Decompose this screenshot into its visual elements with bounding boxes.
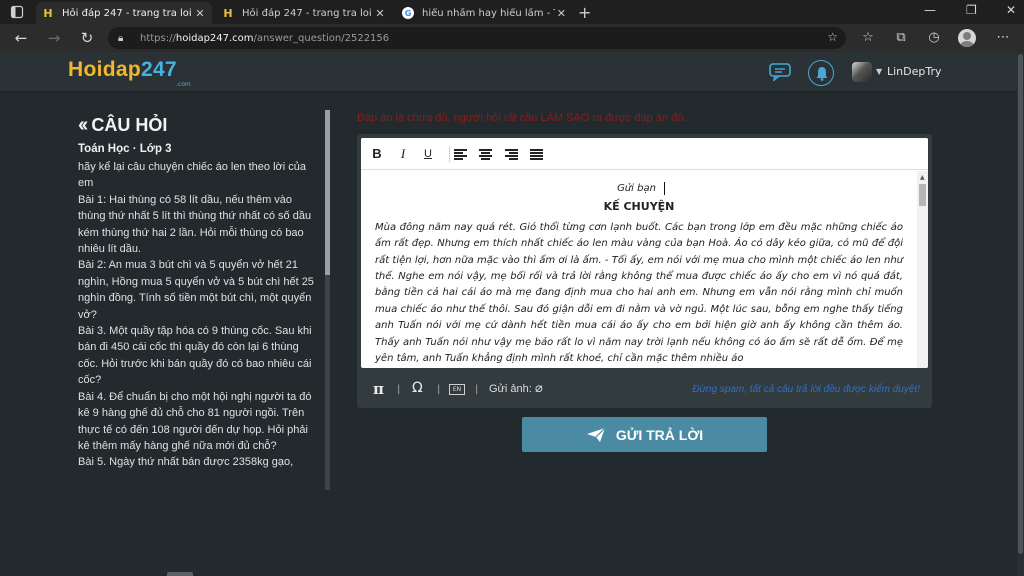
question-paragraph: Bài 3. Một quầy tập hóa có 9 thùng cốc. … — [78, 325, 312, 387]
toolbar-divider — [449, 146, 450, 162]
paperclip-icon[interactable]: ⌀ — [535, 381, 543, 396]
browser-tab-3[interactable]: G hiểu nhầm hay hiểu lầm - Tìm tr ✕ — [396, 2, 572, 24]
minimize-icon[interactable]: — — [924, 3, 936, 17]
favorites-icon[interactable]: ☆ — [859, 29, 877, 47]
answer-textarea[interactable]: Gửi bạn KẾ CHUYỆN Mùa đông năm nay quá r… — [361, 171, 917, 367]
new-tab-icon[interactable]: + — [578, 3, 591, 22]
question-paragraph: Bài 4. Để chuẩn bị cho một hội nghị ngườ… — [78, 390, 312, 452]
story-title: KẾ CHUYỆN — [603, 200, 675, 214]
paper-plane-icon — [586, 427, 606, 442]
question-body: hãy kể lại câu chuyện chiếc áo len theo … — [78, 159, 320, 471]
restore-icon[interactable]: ❐ — [966, 3, 977, 17]
align-left-icon[interactable] — [454, 149, 467, 160]
logo-part-1: Hoidap — [68, 58, 141, 81]
username[interactable]: LinDepTry — [887, 65, 942, 78]
editor-scrollbar-thumb[interactable] — [919, 184, 926, 206]
browser-toolbar: ← → ↻ 🔒︎ https://hoidap247.com/answer_qu… — [0, 24, 1024, 52]
footer-divider: | — [437, 384, 441, 395]
tab-close-icon[interactable]: ✕ — [372, 7, 388, 20]
scroll-up-icon[interactable]: ▲ — [920, 174, 925, 181]
math-formula-icon[interactable]: π — [373, 380, 384, 398]
tab-title: hiểu nhầm hay hiểu lầm - Tìm tr — [422, 7, 555, 19]
story-text: Mùa đông năm nay quá rét. Gió thổi từng … — [375, 221, 903, 365]
site-header: Hoidap247 .com ▼ LinDepTry — [0, 52, 1024, 92]
text-caret — [663, 181, 665, 195]
question-paragraph: Bài 2: An mua 3 bút chì và 5 quyển vở hế… — [78, 259, 314, 321]
tab-title: Hỏi đáp 247 - trang tra loi — [62, 7, 192, 19]
collections-icon[interactable]: ⧉ — [892, 29, 910, 47]
url-scheme: https:// — [140, 32, 176, 44]
editor-frame: B I U Gửi bạn KẾ CHUYỆN Mùa đông năm nay… — [361, 138, 928, 368]
chat-icon[interactable] — [769, 63, 791, 83]
keyboard-lang-icon[interactable]: EN — [449, 384, 465, 395]
browser-tab-strip: H Hỏi đáp 247 - trang tra loi ✕ H Hỏi đá… — [0, 0, 1024, 24]
question-paragraph: Bài 1: Hai thùng có 58 lít dầu, nếu thêm… — [78, 193, 312, 256]
question-subject: Toán Học · Lớp 3 — [78, 143, 172, 155]
footer-divider: | — [475, 384, 479, 395]
browser-tab-2[interactable]: H Hỏi đáp 247 - trang tra loi ✕ — [216, 2, 392, 24]
page-scrollbar-thumb[interactable] — [1018, 54, 1023, 554]
question-paragraph: hãy kể lại câu chuyện chiếc áo len theo … — [78, 161, 306, 190]
editor-footer: π | Ω | EN | Gửi ảnh: ⌀ Đừng spam, tất c… — [357, 372, 932, 406]
more-menu-icon[interactable]: ⋯ — [994, 29, 1012, 47]
page-scrollbar[interactable] — [1017, 52, 1024, 576]
back-icon[interactable]: ← — [12, 29, 30, 47]
close-window-icon[interactable]: ✕ — [1006, 3, 1016, 17]
lock-icon: 🔒︎ — [118, 32, 124, 44]
answer-warning: Đáp án là chưa đủ, người hỏi rất cần LÀM… — [357, 112, 687, 124]
question-paragraph: Bài 5. Ngày thứ nhất bán được 2358kg gạo… — [78, 456, 294, 469]
tab-close-icon[interactable]: ✕ — [192, 7, 208, 20]
submit-answer-label: GỬI TRẢ LỜI — [615, 426, 704, 443]
editor-toolbar: B I U — [361, 138, 928, 170]
tab-close-icon[interactable]: ✕ — [555, 7, 568, 20]
logo-suffix: .com — [176, 81, 191, 88]
question-scrollbar-thumb[interactable] — [325, 110, 330, 275]
moderation-note: Đừng spam, tất cả câu trả lời đều được k… — [692, 384, 920, 395]
special-chars-icon[interactable]: Ω — [412, 380, 423, 396]
underline-icon[interactable]: U — [419, 145, 437, 163]
hoidap-favicon-icon: H — [43, 6, 53, 20]
site-logo[interactable]: Hoidap247 — [68, 58, 177, 82]
answer-greeting-line: Gửi bạn — [375, 181, 903, 197]
user-avatar[interactable] — [852, 62, 872, 82]
google-favicon-icon: G — [402, 7, 414, 19]
notification-bell-icon[interactable] — [808, 60, 834, 86]
upload-image-label[interactable]: Gửi ảnh: — [489, 383, 532, 395]
italic-icon[interactable]: I — [394, 145, 412, 163]
tab-actions-icon[interactable] — [10, 5, 24, 19]
hoidap-favicon-icon: H — [223, 6, 233, 20]
address-bar[interactable]: 🔒︎ https://hoidap247.com/answer_question… — [108, 27, 846, 49]
footer-divider: | — [397, 384, 401, 395]
url-path: /answer_question/2522156 — [253, 32, 390, 44]
reload-icon[interactable]: ↻ — [78, 29, 96, 47]
bold-icon[interactable]: B — [368, 145, 386, 163]
answer-greeting: Gửi bạn — [617, 183, 656, 194]
submit-answer-button[interactable]: GỬI TRẢ LỜI — [522, 417, 767, 452]
history-icon[interactable]: ◷ — [925, 29, 943, 47]
bottom-handle — [167, 572, 193, 576]
question-heading: ‹‹ CÂU HỎI — [78, 114, 167, 137]
align-right-icon[interactable] — [505, 149, 518, 160]
browser-tab-1[interactable]: H Hỏi đáp 247 - trang tra loi ✕ — [36, 2, 212, 24]
question-heading-text: CÂU HỎI — [91, 115, 168, 135]
question-panel: ‹‹ CÂU HỎI Toán Học · Lớp 3 hãy kể lại c… — [78, 108, 322, 490]
editor-scrollbar[interactable]: ▲ — [917, 171, 928, 368]
question-scrollbar[interactable] — [325, 110, 330, 490]
forward-icon[interactable]: → — [45, 29, 63, 47]
chevron-down-icon[interactable]: ▼ — [876, 67, 882, 76]
bookmark-star-icon[interactable]: ☆ — [827, 30, 838, 44]
answer-editor: B I U Gửi bạn KẾ CHUYỆN Mùa đông năm nay… — [357, 134, 932, 408]
logo-part-2: 247 — [140, 58, 177, 81]
align-justify-icon[interactable] — [530, 149, 543, 160]
tab-title: Hỏi đáp 247 - trang tra loi — [242, 7, 372, 19]
align-center-icon[interactable] — [479, 149, 492, 160]
profile-avatar-icon[interactable] — [958, 29, 976, 47]
url-host: hoidap247.com — [175, 32, 254, 44]
double-chevron-left-icon[interactable]: ‹‹ — [78, 114, 88, 137]
